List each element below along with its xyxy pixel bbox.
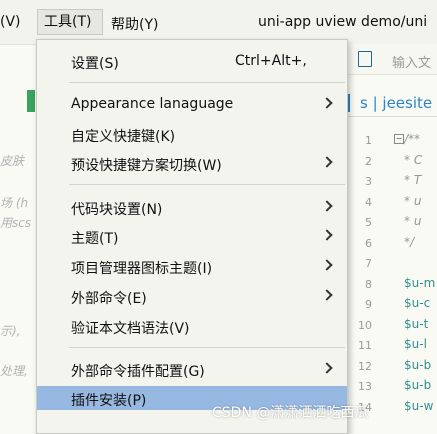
- line-number: 10: [358, 318, 372, 332]
- menu-item-custom-shortcuts[interactable]: 自定义快捷键(K): [37, 122, 347, 146]
- menu-item-appearance-language[interactable]: Appearance lanaguage: [37, 92, 347, 116]
- menu-separator: [69, 184, 345, 185]
- line-number: 12: [358, 359, 372, 373]
- menu-help[interactable]: 帮助(Y): [111, 14, 158, 34]
- line-number: 4: [365, 195, 372, 209]
- code-line: $u-w: [404, 398, 434, 413]
- menu-item-label: 插件安装(P): [71, 393, 147, 409]
- menu-item-label: 主题(T): [71, 231, 119, 247]
- line-number: 1: [365, 134, 372, 147]
- menu-item-settings[interactable]: 设置(S) Ctrl+Alt+,: [37, 49, 347, 73]
- code-line: */: [404, 234, 415, 249]
- tools-dropdown-menu: 设置(S) Ctrl+Alt+, Appearance lanaguage 自定…: [36, 39, 348, 434]
- code-line: $u-l: [404, 337, 427, 351]
- menu-item-external-plugin-config[interactable]: 外部命令插件配置(G): [37, 357, 347, 381]
- left-snippet: 示),: [0, 324, 21, 338]
- menu-separator: [69, 82, 345, 83]
- left-snippet: 用scs: [0, 216, 32, 230]
- chevron-right-icon: [321, 229, 333, 241]
- code-line: $u-c: [404, 296, 431, 310]
- chevron-right-icon: [321, 156, 333, 168]
- chevron-right-icon: [321, 289, 333, 301]
- tab-indicator: [348, 94, 350, 112]
- menu-item-label: 代码块设置(N): [71, 202, 163, 218]
- menu-item-shortcut-scheme[interactable]: 预设快捷键方案切换(W): [37, 151, 347, 175]
- fold-toggle-icon[interactable]: −: [394, 134, 404, 144]
- menu-item-snippet-settings[interactable]: 代码块设置(N): [37, 195, 347, 219]
- line-number: 7: [365, 257, 372, 270]
- menu-item-label: 设置(S): [71, 56, 119, 72]
- menu-item-label: 验证本文档语法(V): [71, 321, 190, 337]
- line-number: 9: [365, 298, 372, 311]
- menu-item-icon-theme[interactable]: 项目管理器图标主题(I): [37, 254, 347, 278]
- menu-view[interactable]: (V): [0, 14, 21, 30]
- left-snippet: 场 (h: [0, 196, 29, 210]
- chevron-right-icon: [321, 259, 333, 271]
- line-number: 8: [365, 277, 372, 291]
- tab-label: s | jeesite: [360, 94, 433, 112]
- chevron-right-icon: [321, 200, 333, 212]
- search-input[interactable]: 输入文: [392, 52, 431, 71]
- left-snippet: 皮肤: [0, 154, 25, 168]
- line-number: 13: [358, 380, 372, 393]
- menu-item-label: 自定义快捷键(K): [71, 129, 176, 145]
- code-line: $u-b: [404, 378, 432, 392]
- code-line: * u: [404, 193, 422, 208]
- left-snippet: 处理,: [0, 364, 28, 378]
- code-line: $u-m: [404, 275, 436, 290]
- code-line: * C: [404, 152, 423, 167]
- menu-item-theme[interactable]: 主题(T): [37, 224, 347, 248]
- line-number: 5: [365, 216, 372, 229]
- menu-item-label: 外部命令插件配置(G): [71, 364, 205, 380]
- watermark: CSDN @潇潇洒洒吃西瓜: [212, 405, 369, 421]
- window-title: uni-app uview demo/uni: [258, 14, 428, 30]
- code-line: * T: [404, 173, 422, 187]
- change-marker: [27, 90, 35, 112]
- code-line: $u-t: [404, 316, 429, 331]
- code-line: * u: [404, 214, 422, 228]
- chevron-right-icon: [321, 362, 333, 374]
- menu-item-label: Appearance lanaguage: [71, 96, 234, 112]
- menu-item-validate-syntax[interactable]: 验证本文档语法(V): [37, 314, 347, 338]
- line-number: 6: [365, 236, 372, 250]
- menu-item-label: 项目管理器图标主题(I): [71, 261, 213, 277]
- line-gutter: 1 2 3 4 5 6 7 8 9 10 11 12 13 14: [346, 116, 380, 432]
- editor-toolbar: 输入文: [346, 44, 437, 75]
- menu-tools[interactable]: 工具(T): [37, 9, 103, 35]
- code-line: $u-b: [404, 357, 432, 372]
- file-search-icon[interactable]: [358, 51, 372, 67]
- code-line: /**: [404, 132, 421, 146]
- left-panel: 皮肤 场 (h 用scs 示), 处理,: [0, 74, 35, 432]
- chevron-right-icon: [321, 97, 333, 109]
- menu-item-label: 预设快捷键方案切换(W): [71, 158, 222, 174]
- menu-separator: [69, 347, 345, 348]
- line-number: 2: [365, 154, 372, 168]
- menu-item-external-commands[interactable]: 外部命令(E): [37, 284, 347, 308]
- line-number: 3: [365, 175, 372, 188]
- menu-item-label: 外部命令(E): [71, 291, 147, 307]
- line-number: 11: [358, 339, 372, 352]
- shortcut-label: Ctrl+Alt+,: [235, 53, 307, 69]
- editor-tab[interactable]: s | jeesite: [346, 90, 437, 117]
